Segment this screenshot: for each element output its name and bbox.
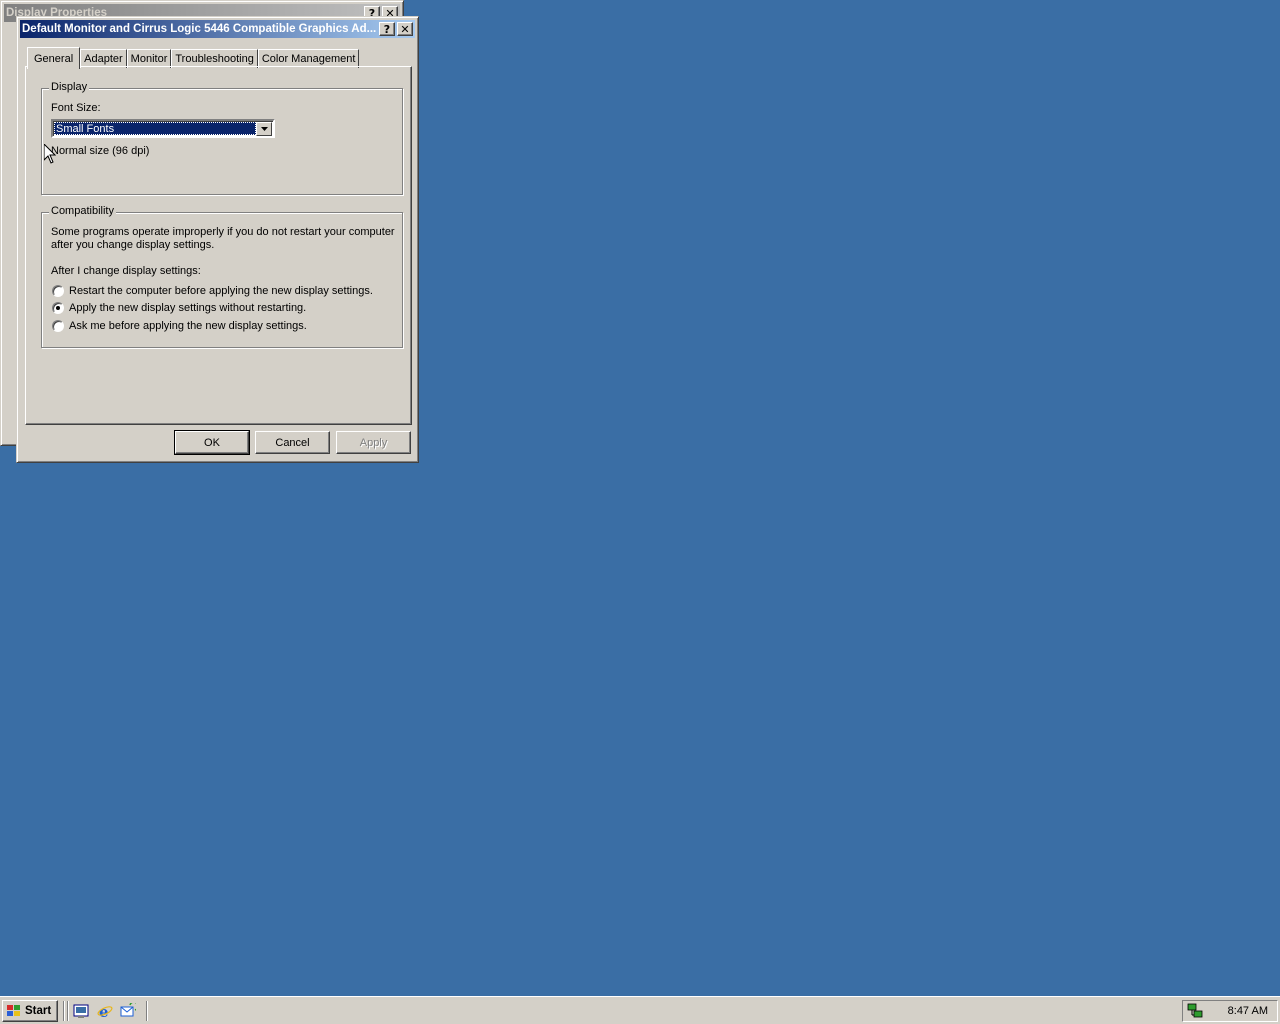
chevron-down-icon [260, 127, 268, 131]
clock[interactable]: 8:47 AM [1228, 1005, 1268, 1017]
after-change-label: After I change display settings: [51, 265, 201, 277]
dialog-title: Default Monitor and Cirrus Logic 5446 Co… [22, 23, 377, 35]
network-status-icon[interactable] [1187, 1003, 1203, 1019]
display-group-legend: Display [49, 81, 90, 93]
radio-label: Ask me before applying the new display s… [69, 320, 307, 332]
radio-button[interactable] [52, 302, 64, 314]
desktop: Display Properties ? ✕ Default Monitor a… [0, 0, 1280, 1024]
help-button[interactable]: ? [379, 22, 395, 36]
compatibility-group-legend: Compatibility [49, 205, 116, 217]
compatibility-note-line1: Some programs operate improperly if you … [51, 226, 395, 238]
radio-label: Apply the new display settings without r… [69, 302, 307, 314]
font-size-description: Normal size (96 dpi) [51, 145, 150, 157]
outlook-express-icon[interactable] [120, 1003, 136, 1019]
dialog-titlebar[interactable]: Default Monitor and Cirrus Logic 5446 Co… [20, 20, 415, 38]
radio-restart-option[interactable]: Restart the computer before applying the… [52, 285, 373, 297]
system-tray: 8:47 AM [1182, 1000, 1278, 1022]
dropdown-arrow-button[interactable] [256, 122, 272, 136]
compatibility-groupbox: Compatibility Some programs operate impr… [41, 205, 403, 348]
adapter-properties-dialog: Default Monitor and Cirrus Logic 5446 Co… [16, 16, 419, 463]
display-groupbox: Display Font Size: Small Fonts Normal si… [41, 81, 403, 195]
internet-explorer-icon[interactable]: e [97, 1003, 113, 1019]
close-button[interactable]: ✕ [397, 22, 413, 36]
windows-logo-icon [7, 1005, 20, 1016]
general-tab-panel: Display Font Size: Small Fonts Normal si… [25, 66, 412, 425]
taskbar-separator [63, 1001, 65, 1021]
radio-apply-without-restart-option[interactable]: Apply the new display settings without r… [52, 302, 306, 314]
taskbar-separator [67, 1001, 69, 1021]
font-size-value: Small Fonts [54, 122, 256, 135]
cancel-button[interactable]: Cancel [255, 431, 330, 454]
radio-ask-me-option[interactable]: Ask me before applying the new display s… [52, 320, 307, 332]
radio-dot-icon [56, 306, 60, 310]
taskbar-separator [146, 1001, 148, 1021]
show-desktop-icon[interactable] [73, 1003, 89, 1019]
tab-strip: General Adapter Monitor Troubleshooting … [27, 46, 360, 69]
font-size-dropdown[interactable]: Small Fonts [51, 119, 275, 138]
taskbar: Start e 8:47 AM [0, 996, 1280, 1024]
mouse-cursor-icon [44, 144, 56, 164]
tab-general[interactable]: General [27, 47, 81, 69]
radio-button[interactable] [52, 285, 64, 297]
font-size-label: Font Size: [51, 102, 101, 114]
start-label: Start [25, 1005, 52, 1017]
radio-label: Restart the computer before applying the… [69, 285, 373, 297]
start-button[interactable]: Start [2, 1000, 58, 1022]
compatibility-note-line2: after you change display settings. [51, 239, 215, 251]
radio-button[interactable] [52, 320, 64, 332]
apply-button[interactable]: Apply [336, 431, 411, 454]
ok-button[interactable]: OK [174, 430, 250, 455]
